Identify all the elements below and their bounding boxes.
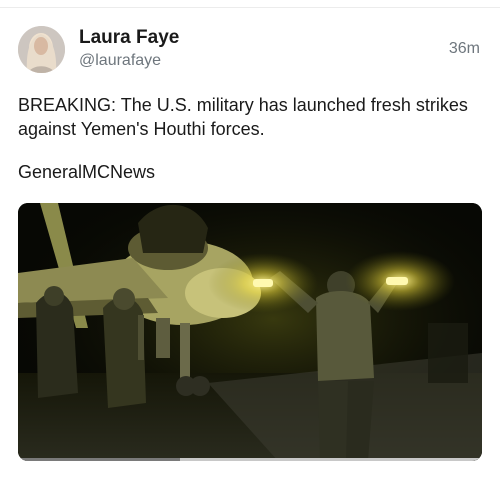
author-avatar[interactable] — [18, 26, 65, 73]
video-progress-fill — [18, 458, 181, 461]
avatar-photo-icon — [18, 26, 65, 73]
post-source: GeneralMCNews — [18, 162, 156, 182]
video-progress-bar[interactable] — [18, 458, 482, 461]
author-handle[interactable]: @laurafaye — [79, 52, 161, 70]
post-video[interactable] — [18, 203, 482, 461]
video-frame-image — [18, 203, 482, 461]
post-card[interactable]: Laura Faye @laurafaye 36m BREAKING: The … — [0, 0, 500, 480]
post-timestamp[interactable]: 36m — [449, 40, 480, 58]
post-text: BREAKING: The U.S. military has launched… — [18, 95, 468, 139]
author-display-name[interactable]: Laura Faye — [79, 27, 179, 49]
